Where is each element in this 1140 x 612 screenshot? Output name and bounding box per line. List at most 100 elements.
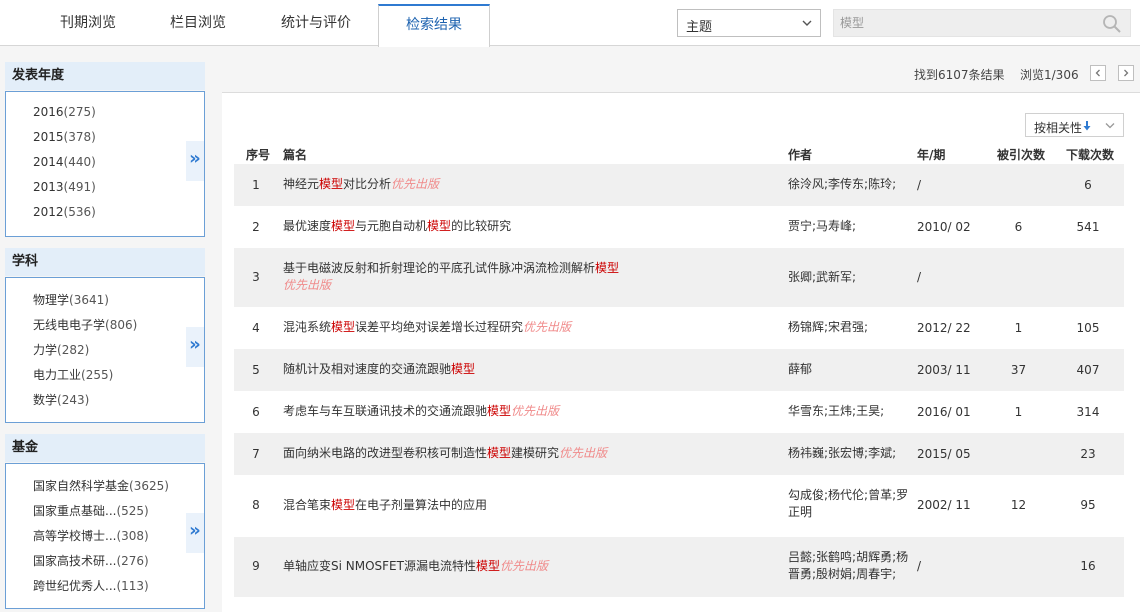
row-downloads: 541 [1076,220,1100,234]
facet-year-box: 2016(275) 2015(378) 2014(440) 2013(491) … [5,91,205,237]
row-year-issue: / [917,559,922,573]
chevron-down-icon [1105,123,1115,129]
expand-year-button[interactable]: » [186,141,204,181]
row-downloads: 95 [1080,498,1096,512]
search-icon[interactable] [1102,14,1122,34]
facet-year-header: 发表年度 [5,62,205,90]
table-row: 5 随机计及相对速度的交通流跟驰模型 薛郁 2003/ 11 37 407 [234,349,1124,391]
facet-year-item[interactable]: 2012(536) [33,205,96,223]
header-year-issue: 年/期 [917,148,946,162]
facet-fund-item[interactable]: 国家重点基础...(525) [33,502,149,520]
header-downloads: 下载次数 [1066,148,1115,162]
page-indicator: 浏览1/306 [1020,68,1079,82]
row-author[interactable]: 吕懿;张鹤鸣;胡辉勇;杨晋勇;殷树娟;周春宇; [788,549,913,583]
row-title-link[interactable]: 考虑车与车互联通讯技术的交通流跟驰模型优先出版 [283,403,783,420]
header-title: 篇名 [283,148,308,162]
facet-subject-item[interactable]: 无线电电子学(806) [33,316,137,334]
sort-relevance-button[interactable]: 按相关性 [1025,113,1124,137]
facet-fund-item[interactable]: 高等学校博士...(308) [33,527,149,545]
search-box [833,9,1131,37]
prev-page-button[interactable] [1090,65,1106,81]
row-title-link[interactable]: 神经元模型对比分析优先出版 [283,176,783,193]
priority-publish-tag: 优先出版 [500,559,549,573]
row-title-link[interactable]: 混沌系统模型误差平均绝对误差增长过程研究优先出版 [283,319,783,336]
row-year-issue: 2016/ 01 [917,405,971,419]
chevron-right-icon [1124,69,1129,77]
row-title-link[interactable]: 随机计及相对速度的交通流跟驰模型 [283,361,783,378]
row-year-issue: 2010/ 02 [917,220,971,234]
row-year-issue: 2002/ 11 [917,498,971,512]
row-author[interactable]: 杨祎巍;张宏博;李斌; [788,445,913,462]
facet-fund-header: 基金 [5,434,205,462]
expand-subject-button[interactable]: » [186,327,204,367]
chevron-down-icon [802,20,812,26]
row-title-link[interactable]: 面向纳米电路的改进型卷积核可制造性模型建模研究优先出版 [283,445,783,462]
row-index: 5 [252,363,260,377]
table-row: 7 面向纳米电路的改进型卷积核可制造性模型建模研究优先出版 杨祎巍;张宏博;李斌… [234,433,1124,475]
facet-fund-item[interactable]: 国家高技术研...(276) [33,552,149,570]
priority-publish-tag: 优先出版 [283,278,332,292]
row-author[interactable]: 张卿;武新军; [788,269,913,286]
row-title-link[interactable]: 混合笔束模型在电子剂量算法中的应用 [283,497,783,514]
row-index: 6 [252,405,260,419]
row-citations: 37 [1010,363,1027,377]
row-title-link[interactable]: 基于电磁波反射和折射理论的平底孔试件脉冲涡流检测解析模型 优先出版 [283,260,643,294]
row-downloads: 16 [1080,559,1096,573]
top-bar: 刊期浏览 栏目浏览 统计与评价 检索结果 主题 [0,0,1140,47]
row-year-issue: 2015/ 05 [917,447,971,461]
tab-statistics[interactable]: 统计与评价 [262,4,370,44]
row-author[interactable]: 杨锦辉;宋君强; [788,319,913,336]
sort-label: 按相关性 [1034,121,1083,135]
row-downloads: 23 [1080,447,1096,461]
expand-fund-button[interactable]: » [186,513,204,553]
facet-fund-item[interactable]: 跨世纪优秀人...(113) [33,577,149,595]
facet-subject-item[interactable]: 物理学(3641) [33,291,109,309]
row-citations: 6 [1014,220,1023,234]
row-index: 9 [252,559,260,573]
row-citations: 1 [1014,321,1023,335]
facet-fund-box: 国家自然科学基金(3625) 国家重点基础...(525) 高等学校博士...(… [5,463,205,609]
tab-column-browse[interactable]: 栏目浏览 [150,4,246,44]
chevron-left-icon [1095,69,1100,77]
table-row: 1 神经元模型对比分析优先出版 徐泠风;李传东;陈玲; / 6 [234,164,1124,206]
result-count: 找到6107条结果 [914,68,1005,82]
facet-year-item[interactable]: 2016(275) [33,105,96,123]
tab-issue-browse[interactable]: 刊期浏览 [42,4,134,44]
row-title-link[interactable]: 单轴应变Si NMOSFET源漏电流特性模型优先出版 [283,558,783,575]
row-downloads: 314 [1076,405,1100,419]
row-downloads: 105 [1076,321,1100,335]
facet-subject-item[interactable]: 数学(243) [33,391,89,409]
row-author[interactable]: 徐泠风;李传东;陈玲; [788,176,913,193]
row-title-link[interactable]: 最优速度模型与元胞自动机模型的比较研究 [283,218,783,235]
row-author[interactable]: 薛郁 [788,361,913,378]
table-row: 2 最优速度模型与元胞自动机模型的比较研究 贾宁;马寿峰; 2010/ 02 6… [234,206,1124,248]
facet-subject-item[interactable]: 电力工业(255) [33,366,113,384]
row-citations: 1 [1014,405,1023,419]
row-year-issue: 2012/ 22 [917,321,971,335]
facet-subject-box: 物理学(3641) 无线电电子学(806) 力学(282) 电力工业(255) … [5,277,205,423]
row-index: 4 [252,321,260,335]
row-index: 2 [252,220,260,234]
priority-publish-tag: 优先出版 [559,446,608,460]
row-author[interactable]: 勾成俊;杨代伦;曾革;罗正明 [788,487,913,521]
facet-year-item[interactable]: 2013(491) [33,180,96,198]
row-author[interactable]: 华雪东;王炜;王昊; [788,403,913,420]
facet-year-item[interactable]: 2014(440) [33,155,96,173]
facet-fund-item[interactable]: 国家自然科学基金(3625) [33,477,169,495]
search-input[interactable] [834,10,1100,36]
tab-search-results[interactable]: 检索结果 [378,4,490,47]
header-citations: 被引次数 [997,148,1046,162]
row-downloads: 6 [1084,178,1092,192]
table-row: 8 混合笔束模型在电子剂量算法中的应用 勾成俊;杨代伦;曾革;罗正明 2002/… [234,475,1124,535]
facet-year-item[interactable]: 2015(378) [33,130,96,148]
row-author[interactable]: 贾宁;马寿峰; [788,218,913,235]
facet-subject-item[interactable]: 力学(282) [33,341,89,359]
priority-publish-tag: 优先出版 [523,320,572,334]
row-downloads: 407 [1076,363,1100,377]
next-page-button[interactable] [1118,65,1134,81]
priority-publish-tag: 优先出版 [391,177,440,191]
table-row: 4 混沌系统模型误差平均绝对误差增长过程研究优先出版 杨锦辉;宋君强; 2012… [234,307,1124,349]
search-field-select[interactable]: 主题 [677,9,821,37]
row-citations: 12 [1010,498,1027,512]
table-row: 3 基于电磁波反射和折射理论的平底孔试件脉冲涡流检测解析模型 优先出版 张卿;武新… [234,248,1124,307]
